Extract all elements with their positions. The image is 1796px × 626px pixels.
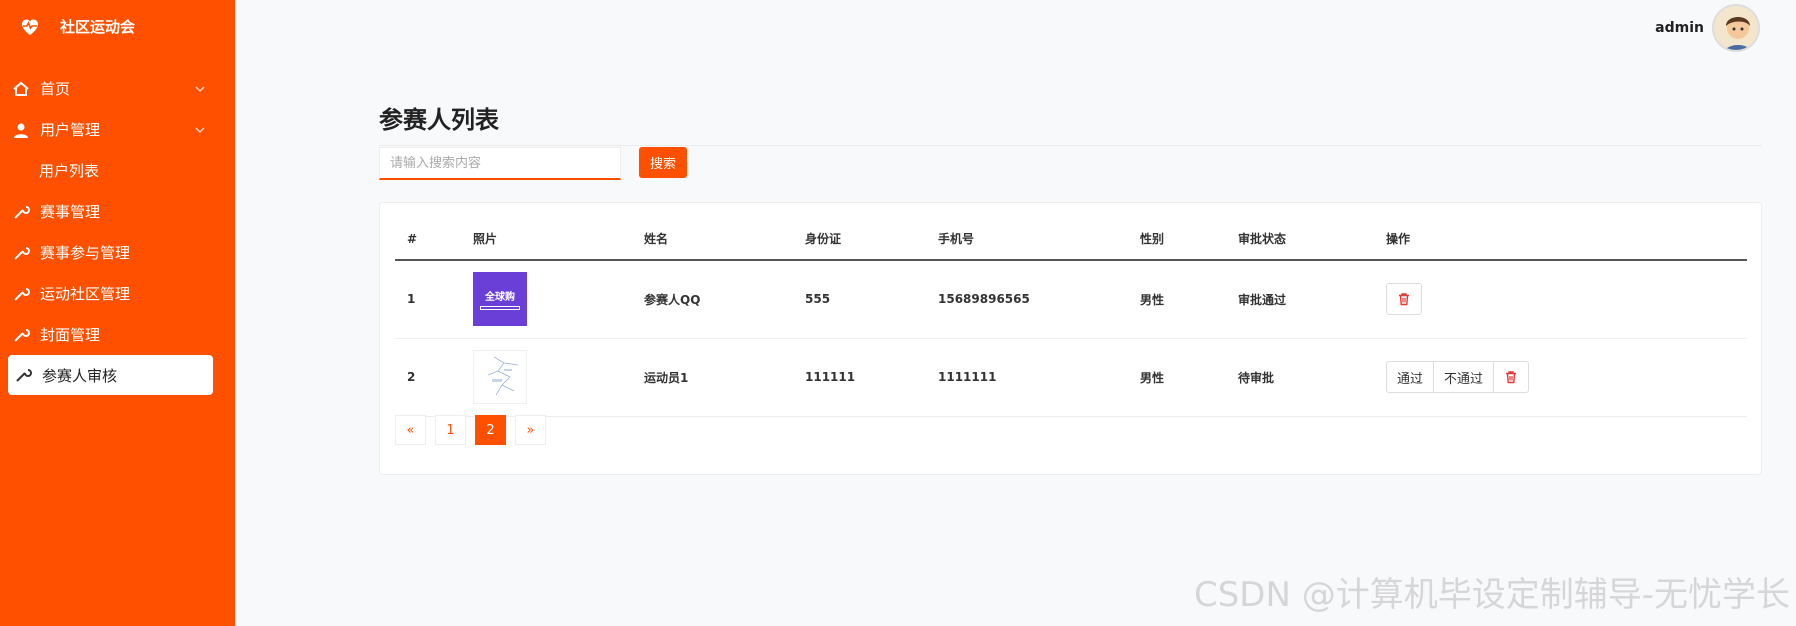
watermark: CSDN @计算机毕设定制辅导-无忧学长: [1193, 575, 1790, 615]
sidebar-item-cover[interactable]: 封面管理: [0, 314, 235, 355]
avatar[interactable]: [1712, 4, 1760, 52]
pagination-prev[interactable]: «: [395, 415, 426, 445]
cell-id-card: 555: [793, 260, 926, 339]
cell-phone: 15689896565: [926, 260, 1128, 339]
delete-button[interactable]: [1386, 283, 1422, 316]
pagination: « 1 2 »: [395, 415, 555, 445]
sidebar-item-label: 赛事参与管理: [40, 244, 131, 262]
brand[interactable]: 社区运动会: [0, 0, 235, 52]
divider: [379, 145, 1762, 146]
sidebar-item-user-management[interactable]: 用户管理: [0, 109, 235, 150]
col-header-photo: 照片: [461, 218, 632, 261]
sidebar-item-label: 用户管理: [40, 121, 101, 139]
sidebar-item-event-management[interactable]: 赛事管理: [0, 191, 235, 232]
sidebar-item-home[interactable]: 首页: [0, 68, 235, 109]
cell-gender: 男性: [1128, 338, 1226, 417]
sidebar-item-label: 赛事管理: [40, 203, 101, 221]
page-title: 参赛人列表: [379, 106, 499, 134]
table-card: # 照片 姓名 身份证 手机号 性别 审批状态 操作 1 全球购 参赛人QQ 5…: [379, 202, 1762, 475]
sidebar-item-label: 运动社区管理: [40, 285, 131, 303]
sidebar-nav: 首页 用户管理 用户列表 赛事管理 赛事参与管理 运动社区管理 封面管理 参赛人…: [0, 68, 235, 395]
action-button-group: 通过 不通过: [1386, 361, 1530, 393]
table-row: 1 全球购 参赛人QQ 555 15689896565 男性 审批通过: [395, 260, 1747, 339]
sidebar-item-community[interactable]: 运动社区管理: [0, 273, 235, 314]
user-icon: [12, 121, 30, 139]
delete-button[interactable]: [1494, 362, 1528, 392]
photo-text: 全球购: [485, 292, 515, 304]
photo-bar: [480, 306, 520, 311]
sidebar-item-event-participation[interactable]: 赛事参与管理: [0, 232, 235, 273]
cell-index: 1: [395, 260, 461, 339]
sidebar-item-participant-review[interactable]: 参赛人审核: [8, 355, 213, 395]
reject-button[interactable]: 不通过: [1434, 362, 1495, 392]
sidebar-item-label: 首页: [40, 80, 71, 98]
col-header-id-card: 身份证: [793, 218, 926, 261]
cell-status: 待审批: [1226, 338, 1374, 417]
approve-button[interactable]: 通过: [1387, 362, 1435, 392]
col-header-status: 审批状态: [1226, 218, 1374, 261]
col-header-actions: 操作: [1374, 218, 1747, 261]
cell-phone: 1111111: [926, 338, 1128, 417]
cell-gender: 男性: [1128, 260, 1226, 339]
search-button[interactable]: 搜索: [639, 147, 687, 178]
wrench-icon: [14, 366, 32, 384]
table-row: 2 运动员1 111111 1111111 男性 待审批 通过 不通过: [395, 338, 1747, 417]
table-header-row: # 照片 姓名 身份证 手机号 性别 审批状态 操作: [395, 218, 1747, 261]
pagination-next[interactable]: »: [515, 415, 546, 445]
pagination-page-1[interactable]: 1: [435, 415, 466, 445]
brand-name: 社区运动会: [60, 17, 136, 36]
cell-status: 审批通过: [1226, 260, 1374, 339]
user-menu[interactable]: admin: [1655, 4, 1760, 52]
col-header-name: 姓名: [632, 218, 793, 261]
chevron-down-icon[interactable]: [193, 123, 207, 137]
sidebar-item-label: 参赛人审核: [42, 366, 118, 385]
cell-name: 运动员1: [632, 338, 793, 417]
wrench-icon: [12, 244, 30, 262]
pagination-page-2[interactable]: 2: [475, 415, 506, 445]
search-input[interactable]: [379, 147, 621, 180]
cell-name: 参赛人QQ: [632, 260, 793, 339]
sidebar: 社区运动会 首页 用户管理 用户列表 赛事管理 赛事参与管理 运动社区管理 封面…: [0, 0, 235, 626]
cell-index: 2: [395, 338, 461, 417]
col-header-gender: 性别: [1128, 218, 1226, 261]
col-header-index: #: [395, 218, 461, 261]
participant-table: # 照片 姓名 身份证 手机号 性别 审批状态 操作 1 全球购 参赛人QQ 5…: [395, 218, 1747, 417]
wrench-icon: [12, 285, 30, 303]
cell-id-card: 111111: [793, 338, 926, 417]
home-icon: [12, 80, 30, 98]
heart-pulse-icon: [18, 14, 42, 38]
wrench-icon: [12, 326, 30, 344]
chevron-down-icon[interactable]: [193, 82, 207, 96]
sidebar-item-label: 封面管理: [40, 326, 101, 344]
wrench-icon: [12, 203, 30, 221]
participant-photo: 全球购: [473, 272, 527, 327]
username: admin: [1655, 20, 1704, 36]
trash-icon: [1399, 293, 1409, 306]
sidebar-item-label: 用户列表: [39, 162, 100, 180]
trash-icon: [1506, 371, 1517, 384]
sidebar-item-user-list[interactable]: 用户列表: [0, 150, 235, 191]
participant-photo: [473, 350, 527, 404]
col-header-phone: 手机号: [926, 218, 1128, 261]
